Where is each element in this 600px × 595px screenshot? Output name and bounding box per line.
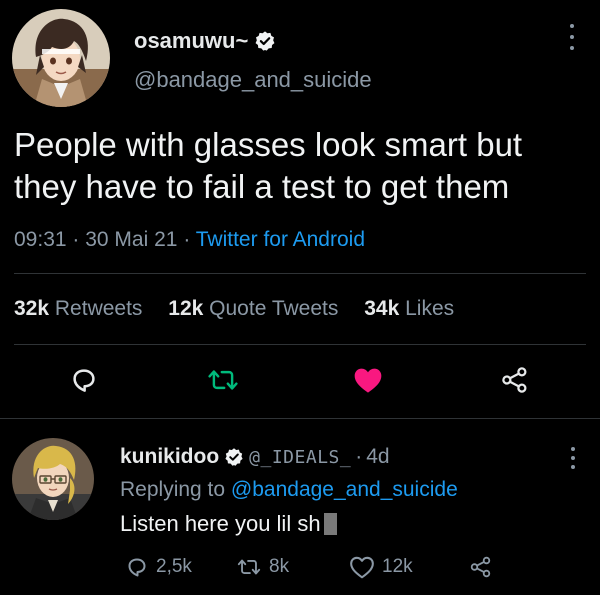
heart-icon <box>354 368 382 393</box>
reply-like-button[interactable]: 12k <box>349 555 413 579</box>
reply-author-name[interactable]: kunikidoo <box>120 445 219 469</box>
retweets-count: 32k <box>14 297 50 320</box>
reply-text-line: Listen here you lil sh <box>120 511 337 537</box>
quote-tweets-label: Quote Tweets <box>209 297 339 320</box>
reply-separator: · <box>355 445 363 468</box>
speech-bubble-icon <box>73 369 95 392</box>
verified-badge-icon <box>225 448 243 466</box>
likes-count: 34k <box>364 297 400 320</box>
author-display-name[interactable]: osamuwu~ <box>134 28 248 54</box>
retweet-button[interactable] <box>203 364 243 396</box>
reply-reply-button[interactable]: 2,5k <box>125 555 192 579</box>
retweets-label: Retweets <box>54 297 143 320</box>
heart-icon <box>350 556 374 579</box>
reply-author-handle[interactable]: @_IDEALS_ <box>249 447 351 468</box>
tweet-date[interactable]: 30 Mai 21 <box>85 228 177 251</box>
censor-block <box>323 513 337 535</box>
reply-age[interactable]: 4d <box>366 445 389 469</box>
tweet-source[interactable]: Twitter for Android <box>196 228 365 251</box>
tweet-text: People with glasses look smart but they … <box>14 126 523 205</box>
likes-label: Likes <box>405 297 455 320</box>
author-avatar[interactable] <box>12 9 110 107</box>
meta-separator: · <box>72 228 86 251</box>
speech-bubble-icon <box>128 558 146 577</box>
divider <box>0 418 600 419</box>
reply-header: kunikidoo @_IDEALS_ · 4d <box>120 445 390 469</box>
retweet-arrows-icon <box>237 559 261 575</box>
retweet-arrows-icon <box>208 370 238 390</box>
reply-replies-count: 2,5k <box>156 556 192 577</box>
reply-author-avatar[interactable] <box>12 438 94 520</box>
reply-share-button[interactable] <box>469 555 500 579</box>
verified-badge-icon <box>255 31 275 51</box>
tweet-meta: 09:31 · 30 Mai 21 · Twitter for Android <box>14 228 365 252</box>
reply-button[interactable] <box>66 364 102 396</box>
divider <box>14 273 586 274</box>
more-options-icon[interactable] <box>565 24 579 50</box>
share-nodes-icon <box>502 367 527 393</box>
replying-to-prefix: Replying to <box>120 478 226 501</box>
divider <box>14 344 586 345</box>
replying-to-mention[interactable]: @bandage_and_suicide <box>231 478 458 501</box>
tweet-stats: 32k Retweets 12k Quote Tweets 34k Likes <box>14 297 474 321</box>
author-name-row[interactable]: osamuwu~ <box>134 28 276 54</box>
quote-tweets-stat[interactable]: 12k Quote Tweets <box>168 297 338 320</box>
reply-retweet-button[interactable]: 8k <box>236 555 289 579</box>
like-button[interactable] <box>349 363 387 397</box>
replying-to-line: Replying to @bandage_and_suicide <box>120 478 458 502</box>
reply-retweets-count: 8k <box>269 556 290 577</box>
share-nodes-icon <box>470 556 491 578</box>
meta-separator: · <box>183 228 196 251</box>
likes-stat[interactable]: 34k Likes <box>364 297 454 320</box>
tweet-time[interactable]: 09:31 <box>14 228 67 251</box>
reply-text: Listen here you lil sh <box>120 511 321 536</box>
retweets-stat[interactable]: 32k Retweets <box>14 297 142 320</box>
reply-more-options-icon[interactable] <box>568 447 578 469</box>
author-handle[interactable]: @bandage_and_suicide <box>134 67 372 93</box>
reply-likes-count: 12k <box>382 556 413 577</box>
quote-tweets-count: 12k <box>168 297 204 320</box>
share-button[interactable] <box>497 362 533 398</box>
